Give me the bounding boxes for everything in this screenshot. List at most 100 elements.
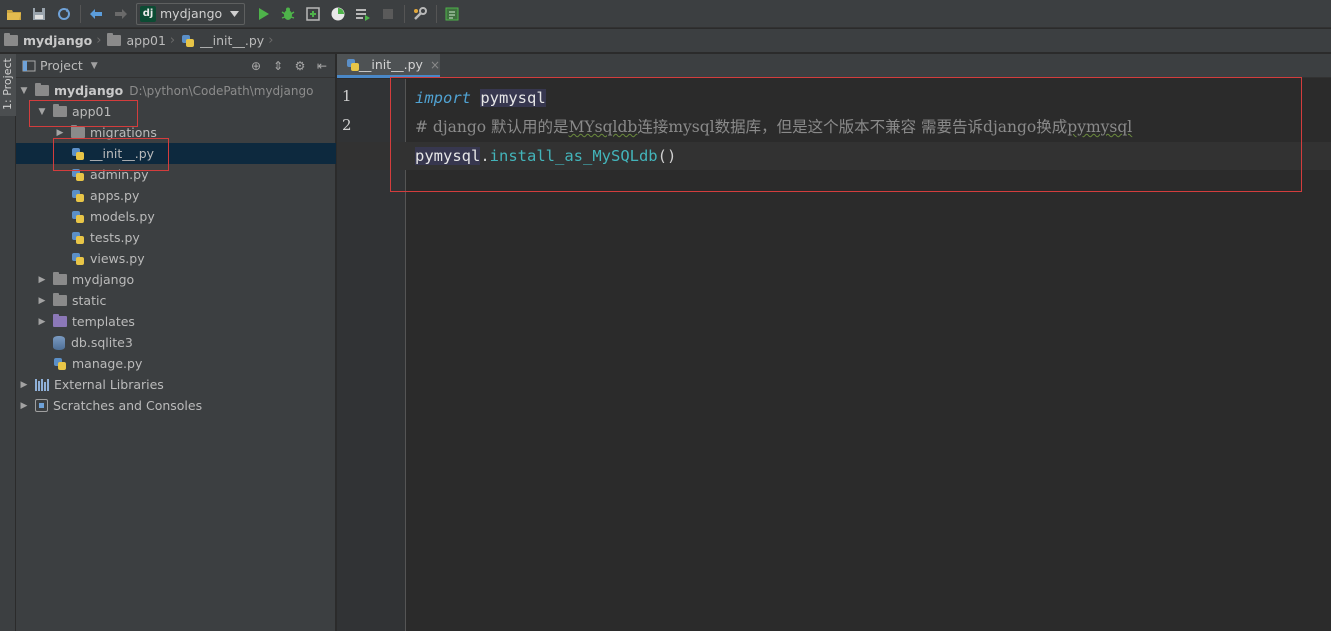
tree-item-migrations[interactable]: ▶ migrations xyxy=(16,122,336,143)
keyword-import: import xyxy=(415,89,471,107)
project-panel-title[interactable]: Project xyxy=(40,58,83,73)
line-number: 2 xyxy=(342,116,352,134)
tree-item-db-sqlite3[interactable]: ▶ db.sqlite3 xyxy=(16,332,336,353)
code-line-3: pymysql.install_as_MySQLdb() xyxy=(415,147,677,165)
breadcrumb-separator-icon: › xyxy=(268,33,274,48)
breadcrumb: mydjango › app01 › __init__.py › xyxy=(0,29,1331,53)
run-icon[interactable] xyxy=(253,4,273,24)
folder-icon xyxy=(53,293,67,306)
profile-icon[interactable] xyxy=(328,4,348,24)
library-icon xyxy=(35,378,49,391)
scratches-icon xyxy=(35,399,48,412)
tree-item-mydjango-root[interactable]: ▼ mydjango D:\python\CodePath\mydjango xyxy=(16,80,336,101)
sync-icon[interactable] xyxy=(54,4,74,24)
tab-init-py[interactable]: __init__.py × xyxy=(337,54,440,78)
code-area[interactable]: import pymysql # django 默认用的是MYsqldb连接my… xyxy=(337,79,1331,631)
left-tool-strip: 1: Project xyxy=(0,54,16,631)
folder-icon xyxy=(35,83,49,96)
toolbar-separator xyxy=(80,4,81,23)
hide-panel-icon[interactable]: ⇤ xyxy=(313,57,331,75)
project-tree: ▼ mydjango D:\python\CodePath\mydjango ▼… xyxy=(16,80,336,416)
tree-item-external-libraries[interactable]: ▶ External Libraries xyxy=(16,374,336,395)
python-file-icon xyxy=(71,189,85,203)
collapsed-arrow-icon[interactable]: ▶ xyxy=(18,401,30,411)
line-number: 1 xyxy=(342,87,352,105)
tree-item-mydjango-package[interactable]: ▶ mydjango xyxy=(16,269,336,290)
expanded-arrow-icon[interactable]: ▼ xyxy=(18,86,30,96)
python-file-icon xyxy=(71,210,85,224)
coverage-icon[interactable] xyxy=(303,4,323,24)
settings-icon[interactable] xyxy=(410,4,430,24)
breadcrumb-separator-icon: › xyxy=(169,33,176,48)
run-configuration-select[interactable]: dj mydjango xyxy=(136,2,246,25)
package-folder-icon xyxy=(53,272,67,285)
tree-item-apps-py[interactable]: ▶ apps.py xyxy=(16,185,336,206)
project-panel: Project ▼ ⊕ ⇕ ⚙ ⇤ ▼ mydjango D:\python\C… xyxy=(16,54,336,631)
tree-item-tests-py[interactable]: ▶ tests.py xyxy=(16,227,336,248)
back-icon[interactable] xyxy=(86,4,106,24)
collapsed-arrow-icon[interactable]: ▶ xyxy=(54,128,66,138)
templates-folder-icon xyxy=(53,314,67,327)
code-line-2: # django 默认用的是MYsqldb连接mysql数据库，但是这个版本不兼… xyxy=(415,113,1132,141)
python-file-icon xyxy=(346,58,359,72)
breadcrumb-project[interactable]: mydjango xyxy=(4,33,92,48)
python-file-icon xyxy=(71,147,85,161)
collapsed-arrow-icon[interactable]: ▶ xyxy=(18,380,30,390)
collapsed-arrow-icon[interactable]: ▶ xyxy=(36,275,48,285)
chevron-down-icon[interactable]: ▼ xyxy=(91,61,98,71)
forward-icon[interactable] xyxy=(111,4,131,24)
chevron-down-icon xyxy=(230,10,240,17)
code-line-1: import pymysql xyxy=(415,84,546,112)
structure-icon[interactable] xyxy=(442,4,462,24)
comment-typo-word: MYsqldb xyxy=(568,118,638,136)
collapsed-arrow-icon[interactable]: ▶ xyxy=(36,296,48,306)
python-file-icon xyxy=(71,252,85,266)
project-tool-window-tab[interactable]: 1: Project xyxy=(0,54,16,116)
tree-item-views-py[interactable]: ▶ views.py xyxy=(16,248,336,269)
package-folder-icon xyxy=(71,125,85,138)
toolbar-separator xyxy=(404,4,406,23)
django-icon: dj xyxy=(140,5,156,22)
run-configuration-label: mydjango xyxy=(160,6,223,21)
folder-icon xyxy=(4,33,18,46)
folder-icon xyxy=(107,33,122,46)
gear-icon[interactable]: ⚙ xyxy=(291,57,309,75)
project-panel-tools: ⊕ ⇕ ⚙ ⇤ xyxy=(243,57,331,75)
tree-item-templates[interactable]: ▶ templates xyxy=(16,311,336,332)
save-icon[interactable] xyxy=(29,4,49,24)
database-icon xyxy=(53,335,65,350)
project-view-icon xyxy=(22,60,36,71)
function-name: install_as_MySQLdb xyxy=(489,147,658,165)
python-file-icon xyxy=(181,34,195,48)
tree-item-init-py[interactable]: ▶ __init__.py xyxy=(16,143,336,164)
package-folder-icon xyxy=(53,104,67,117)
tree-item-admin-py[interactable]: ▶ admin.py xyxy=(16,164,336,185)
concurrency-icon[interactable] xyxy=(353,4,373,24)
tree-item-app01[interactable]: ▼ app01 xyxy=(16,101,336,122)
expanded-arrow-icon[interactable]: ▼ xyxy=(36,107,48,117)
open-folder-icon[interactable] xyxy=(4,4,24,24)
code-editor[interactable]: 1 2 3 import pymysql # django 默认用的是MYsql… xyxy=(337,79,1331,631)
comment-prefix: # django 默认用的是 xyxy=(415,118,569,136)
breadcrumb-separator-icon: › xyxy=(96,33,102,48)
debug-icon[interactable] xyxy=(278,4,298,24)
collapse-all-icon[interactable]: ⇕ xyxy=(269,57,287,75)
breadcrumb-init-file[interactable]: __init__.py xyxy=(181,33,264,48)
main-toolbar: dj mydjango xyxy=(0,0,1331,28)
stop-icon[interactable] xyxy=(378,4,398,24)
tree-item-models-py[interactable]: ▶ models.py xyxy=(16,206,336,227)
tab-label: __init__.py xyxy=(358,57,423,72)
comment-middle: 连接mysql数据库，但是这个版本不兼容 需要告诉django换成 xyxy=(637,118,1068,136)
comment-typo-word: pymysql xyxy=(1067,118,1133,136)
tree-item-static[interactable]: ▶ static xyxy=(16,290,336,311)
toolbar-separator xyxy=(436,4,438,23)
breadcrumb-app01[interactable]: app01 xyxy=(107,33,166,48)
tree-item-scratches[interactable]: ▶ Scratches and Consoles xyxy=(16,395,336,416)
python-file-icon xyxy=(71,168,85,182)
tree-item-manage-py[interactable]: ▶ manage.py xyxy=(16,353,336,374)
collapsed-arrow-icon[interactable]: ▶ xyxy=(36,317,48,327)
close-icon[interactable]: × xyxy=(430,58,440,72)
editor-tab-bar: __init__.py × xyxy=(337,54,1331,78)
locate-icon[interactable]: ⊕ xyxy=(247,57,265,75)
module-name: pymysql xyxy=(480,89,546,107)
